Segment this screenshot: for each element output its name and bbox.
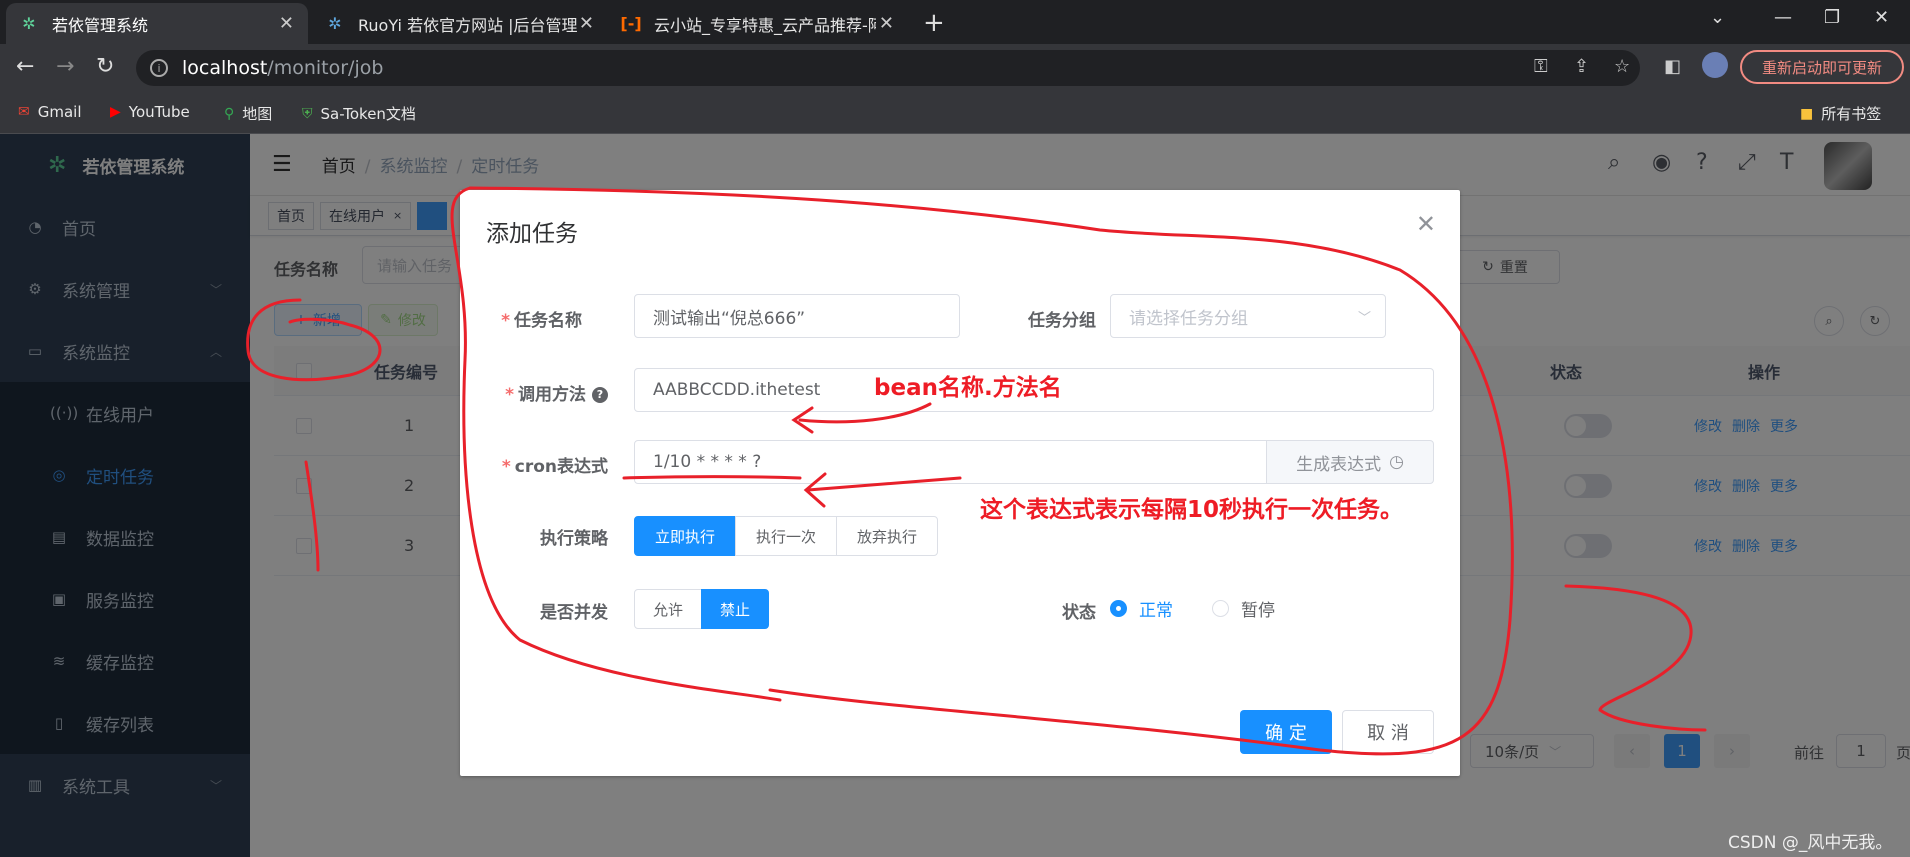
tab-search-icon[interactable]: ⌄: [1710, 7, 1725, 28]
csdn-watermark: CSDN @_风中无我。: [1728, 833, 1893, 853]
ruoyi-logo-icon: ✲: [22, 14, 36, 33]
all-bookmarks-label: 所有书签: [1821, 105, 1882, 123]
forward-icon[interactable]: →: [56, 54, 74, 79]
back-icon[interactable]: ←: [16, 54, 34, 79]
bookmark-maps[interactable]: ⚲ 地图: [224, 103, 272, 124]
restore-icon[interactable]: ❐: [1824, 7, 1840, 28]
browser-tab-ruoyi[interactable]: ✲ 若依管理系统 ✕: [6, 3, 308, 44]
reload-icon[interactable]: ↻: [96, 54, 114, 79]
tab-title: RuoYi 若依官方网站 |后台管理系: [358, 15, 578, 35]
concurrent-allow-button[interactable]: 允许: [634, 589, 703, 629]
tab-title: 若依管理系统: [52, 15, 149, 35]
cancel-button[interactable]: 取 消: [1342, 710, 1434, 754]
browser-tab-bar: ✲ 若依管理系统 ✕ ✲ RuoYi 若依官方网站 |后台管理系 ✕ [-] 云…: [0, 0, 1910, 44]
close-window-icon[interactable]: ✕: [1874, 7, 1889, 28]
question-icon[interactable]: ?: [592, 387, 608, 403]
bookmark-youtube[interactable]: ▶ YouTube: [110, 103, 190, 121]
profile-avatar[interactable]: [1702, 52, 1728, 78]
job-name-label: * 任务名称: [501, 311, 582, 331]
concurrent-group: 允许 禁止: [634, 589, 770, 629]
concurrent-forbid-button[interactable]: 禁止: [701, 589, 770, 629]
bookmark-gmail[interactable]: ✉ Gmail: [18, 103, 82, 121]
job-name-label-text: 任务名称: [514, 311, 582, 331]
close-tab-icon[interactable]: ✕: [279, 13, 294, 34]
confirm-button[interactable]: 确 定: [1240, 710, 1332, 754]
job-group-select[interactable]: 请选择任务分组 ﹀: [1110, 294, 1386, 338]
chevron-down-icon: ﹀: [1357, 310, 1371, 326]
ruoyi-logo-icon: ✲: [328, 14, 342, 33]
address-bar[interactable]: i localhost/monitor/job: [136, 50, 1640, 86]
job-group-placeholder: 请选择任务分组: [1129, 308, 1248, 329]
star-icon[interactable]: ☆: [1614, 56, 1630, 77]
add-job-dialog: 添加任务 ✕ * 任务名称 测试输出“倪总666” 任务分组 请选择任务分组 ﹀ *…: [460, 190, 1460, 776]
policy-abandon-button[interactable]: 放弃执行: [836, 516, 939, 556]
dialog-title: 添加任务: [486, 221, 578, 247]
aliyun-logo-icon: [-]: [620, 14, 642, 33]
close-tab-icon[interactable]: ✕: [579, 13, 594, 34]
url-path: /monitor/job: [267, 57, 384, 79]
close-icon[interactable]: ✕: [1416, 210, 1436, 238]
folder-icon: ■: [1800, 105, 1814, 122]
misfire-policy-group: 立即执行 执行一次 放弃执行: [634, 516, 939, 556]
bookmark-label: Sa-Token文档: [320, 105, 416, 123]
radio-dot: [1212, 600, 1229, 617]
status-pause-label: 暂停: [1241, 601, 1275, 621]
bookmark-sa-token[interactable]: ⛨ Sa-Token文档: [302, 103, 416, 124]
browser-tab-aliyun[interactable]: [-] 云小站_专享特惠_云产品推荐-阿 ✕: [608, 3, 908, 44]
youtube-icon: ▶: [110, 104, 121, 120]
status-normal-radio[interactable]: 正常: [1110, 596, 1173, 621]
tab-title: 云小站_专享特惠_云产品推荐-阿: [654, 15, 876, 35]
invoke-target-label: * 调用方法?: [486, 380, 608, 405]
new-tab-icon[interactable]: +: [923, 8, 945, 38]
relaunch-update-button[interactable]: 重新启动即可更新: [1740, 50, 1904, 84]
status-pause-radio[interactable]: 暂停: [1212, 596, 1275, 621]
job-group-label: 任务分组: [1028, 311, 1096, 331]
maps-pin-icon: ⚲: [224, 105, 235, 122]
annotation-cron: 这个表达式表示每隔10秒执行一次任务。: [980, 497, 1404, 523]
generate-cron-button[interactable]: 生成表达式 ◷: [1266, 440, 1434, 484]
cron-expression-input[interactable]: 1/10 * * * * ?: [634, 440, 1270, 484]
all-bookmarks[interactable]: ■ 所有书签: [1800, 103, 1881, 124]
bookmark-label: 地图: [242, 105, 273, 123]
sidepanel-icon[interactable]: ◧: [1664, 56, 1681, 77]
bookmark-label: Gmail: [37, 103, 82, 121]
bookmark-label: YouTube: [128, 103, 190, 121]
shield-icon: ⛨: [302, 105, 313, 122]
browser-tab-ruoyi-site[interactable]: ✲ RuoYi 若依官方网站 |后台管理系 ✕: [312, 3, 608, 44]
status-label: 状态: [1062, 603, 1096, 623]
status-normal-label: 正常: [1139, 601, 1173, 621]
policy-once-button[interactable]: 执行一次: [735, 516, 838, 556]
site-info-icon[interactable]: i: [150, 59, 168, 77]
invoke-target-label-text: 调用方法: [518, 385, 586, 405]
generate-cron-label: 生成表达式: [1296, 454, 1382, 475]
url-host: localhost: [182, 57, 268, 79]
share-icon[interactable]: ⇪: [1574, 56, 1589, 77]
cron-label-text: cron表达式: [514, 457, 608, 477]
browser-toolbar: ← → ↻ i localhost/monitor/job ⚿ ⇪ ☆ ◧ 重新…: [0, 44, 1910, 92]
bookmarks-bar: ✉ Gmail ▶ YouTube ⚲ 地图 ⛨ Sa-Token文档 ■ 所有书签: [0, 92, 1910, 134]
concurrent-label: 是否并发: [540, 603, 608, 623]
close-tab-icon[interactable]: ✕: [879, 13, 894, 34]
clock-icon: ◷: [1389, 452, 1404, 472]
job-name-input[interactable]: 测试输出“倪总666”: [634, 294, 960, 338]
minimize-icon[interactable]: —: [1774, 7, 1792, 28]
gmail-icon: ✉: [18, 104, 30, 120]
key-icon[interactable]: ⚿: [1534, 56, 1548, 77]
radio-dot: [1110, 600, 1127, 617]
cron-label: * cron表达式: [501, 457, 608, 477]
policy-immediate-button[interactable]: 立即执行: [634, 516, 737, 556]
misfire-policy-label: 执行策略: [540, 529, 608, 549]
annotation-bean: bean名称.方法名: [874, 375, 1062, 401]
